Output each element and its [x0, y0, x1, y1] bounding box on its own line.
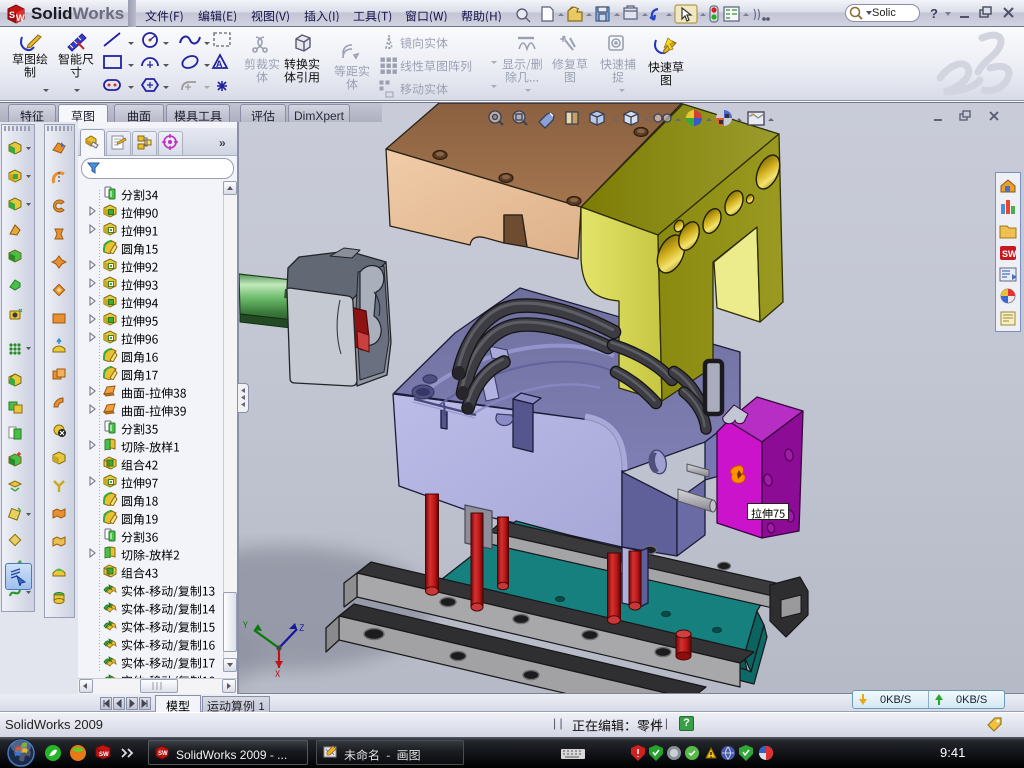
- svg-text:SW: SW: [1002, 249, 1017, 259]
- svg-text:W: W: [16, 13, 25, 23]
- svg-text:A: A: [216, 59, 223, 69]
- svg-text:SW: SW: [158, 751, 168, 757]
- svg-text:SW: SW: [99, 752, 109, 758]
- svg-text:S: S: [9, 10, 15, 20]
